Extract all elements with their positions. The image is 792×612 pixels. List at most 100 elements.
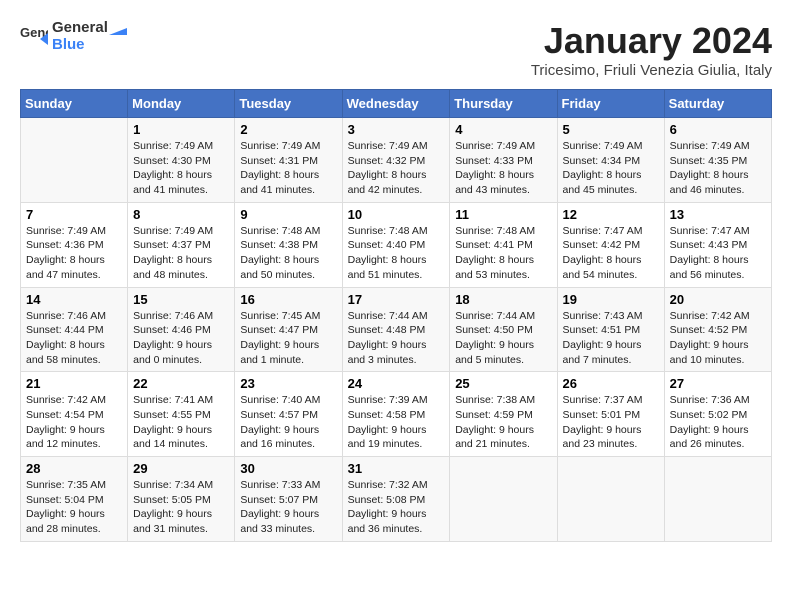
day-number: 20 <box>670 292 766 307</box>
calendar-cell: 4 Sunrise: 7:49 AMSunset: 4:33 PMDayligh… <box>450 118 557 203</box>
weekday-header-monday: Monday <box>128 90 235 118</box>
cell-info: Sunrise: 7:49 AMSunset: 4:36 PMDaylight:… <box>26 224 122 283</box>
cell-info: Sunrise: 7:49 AMSunset: 4:33 PMDaylight:… <box>455 139 551 198</box>
day-number: 17 <box>348 292 445 307</box>
day-number: 24 <box>348 376 445 391</box>
page-header: General General Blue January 2024 Trices… <box>20 20 772 79</box>
cell-info: Sunrise: 7:49 AMSunset: 4:30 PMDaylight:… <box>133 139 229 198</box>
logo: General General Blue <box>20 20 127 53</box>
cell-info: Sunrise: 7:49 AMSunset: 4:34 PMDaylight:… <box>563 139 659 198</box>
cell-info: Sunrise: 7:42 AMSunset: 4:52 PMDaylight:… <box>670 309 766 368</box>
logo-text-general: General <box>52 20 127 37</box>
cell-info: Sunrise: 7:48 AMSunset: 4:38 PMDaylight:… <box>240 224 336 283</box>
day-number: 27 <box>670 376 766 391</box>
day-number: 30 <box>240 461 336 476</box>
day-number: 18 <box>455 292 551 307</box>
day-number: 10 <box>348 207 445 222</box>
calendar-cell <box>664 457 771 542</box>
day-number: 11 <box>455 207 551 222</box>
calendar-cell: 13 Sunrise: 7:47 AMSunset: 4:43 PMDaylig… <box>664 202 771 287</box>
day-number: 19 <box>563 292 659 307</box>
calendar-cell <box>557 457 664 542</box>
weekday-header-thursday: Thursday <box>450 90 557 118</box>
day-number: 7 <box>26 207 122 222</box>
day-number: 16 <box>240 292 336 307</box>
day-number: 31 <box>348 461 445 476</box>
calendar-cell: 20 Sunrise: 7:42 AMSunset: 4:52 PMDaylig… <box>664 287 771 372</box>
calendar-cell: 18 Sunrise: 7:44 AMSunset: 4:50 PMDaylig… <box>450 287 557 372</box>
day-number: 14 <box>26 292 122 307</box>
calendar-cell: 31 Sunrise: 7:32 AMSunset: 5:08 PMDaylig… <box>342 457 450 542</box>
logo-text-blue: Blue <box>52 37 127 54</box>
cell-info: Sunrise: 7:38 AMSunset: 4:59 PMDaylight:… <box>455 393 551 452</box>
day-number: 2 <box>240 122 336 137</box>
weekday-header-wednesday: Wednesday <box>342 90 450 118</box>
calendar-cell: 10 Sunrise: 7:48 AMSunset: 4:40 PMDaylig… <box>342 202 450 287</box>
week-row-5: 28 Sunrise: 7:35 AMSunset: 5:04 PMDaylig… <box>21 457 772 542</box>
cell-info: Sunrise: 7:34 AMSunset: 5:05 PMDaylight:… <box>133 478 229 537</box>
week-row-1: 1 Sunrise: 7:49 AMSunset: 4:30 PMDayligh… <box>21 118 772 203</box>
cell-info: Sunrise: 7:33 AMSunset: 5:07 PMDaylight:… <box>240 478 336 537</box>
calendar-cell: 16 Sunrise: 7:45 AMSunset: 4:47 PMDaylig… <box>235 287 342 372</box>
week-row-2: 7 Sunrise: 7:49 AMSunset: 4:36 PMDayligh… <box>21 202 772 287</box>
calendar-cell: 11 Sunrise: 7:48 AMSunset: 4:41 PMDaylig… <box>450 202 557 287</box>
day-number: 3 <box>348 122 445 137</box>
cell-info: Sunrise: 7:35 AMSunset: 5:04 PMDaylight:… <box>26 478 122 537</box>
calendar-cell: 7 Sunrise: 7:49 AMSunset: 4:36 PMDayligh… <box>21 202 128 287</box>
day-number: 4 <box>455 122 551 137</box>
day-number: 26 <box>563 376 659 391</box>
calendar-cell: 1 Sunrise: 7:49 AMSunset: 4:30 PMDayligh… <box>128 118 235 203</box>
title-block: January 2024 Tricesimo, Friuli Venezia G… <box>531 20 772 79</box>
calendar-cell: 26 Sunrise: 7:37 AMSunset: 5:01 PMDaylig… <box>557 372 664 457</box>
day-number: 13 <box>670 207 766 222</box>
cell-info: Sunrise: 7:42 AMSunset: 4:54 PMDaylight:… <box>26 393 122 452</box>
day-number: 12 <box>563 207 659 222</box>
cell-info: Sunrise: 7:37 AMSunset: 5:01 PMDaylight:… <box>563 393 659 452</box>
cell-info: Sunrise: 7:48 AMSunset: 4:40 PMDaylight:… <box>348 224 445 283</box>
cell-info: Sunrise: 7:47 AMSunset: 4:42 PMDaylight:… <box>563 224 659 283</box>
cell-info: Sunrise: 7:45 AMSunset: 4:47 PMDaylight:… <box>240 309 336 368</box>
cell-info: Sunrise: 7:43 AMSunset: 4:51 PMDaylight:… <box>563 309 659 368</box>
calendar-table: SundayMondayTuesdayWednesdayThursdayFrid… <box>20 89 772 542</box>
day-number: 8 <box>133 207 229 222</box>
day-number: 23 <box>240 376 336 391</box>
day-number: 21 <box>26 376 122 391</box>
calendar-cell: 22 Sunrise: 7:41 AMSunset: 4:55 PMDaylig… <box>128 372 235 457</box>
cell-info: Sunrise: 7:48 AMSunset: 4:41 PMDaylight:… <box>455 224 551 283</box>
cell-info: Sunrise: 7:40 AMSunset: 4:57 PMDaylight:… <box>240 393 336 452</box>
weekday-header-row: SundayMondayTuesdayWednesdayThursdayFrid… <box>21 90 772 118</box>
cell-info: Sunrise: 7:46 AMSunset: 4:44 PMDaylight:… <box>26 309 122 368</box>
weekday-header-friday: Friday <box>557 90 664 118</box>
cell-info: Sunrise: 7:49 AMSunset: 4:35 PMDaylight:… <box>670 139 766 198</box>
calendar-cell: 30 Sunrise: 7:33 AMSunset: 5:07 PMDaylig… <box>235 457 342 542</box>
cell-info: Sunrise: 7:44 AMSunset: 4:50 PMDaylight:… <box>455 309 551 368</box>
cell-info: Sunrise: 7:44 AMSunset: 4:48 PMDaylight:… <box>348 309 445 368</box>
calendar-cell: 19 Sunrise: 7:43 AMSunset: 4:51 PMDaylig… <box>557 287 664 372</box>
calendar-cell <box>450 457 557 542</box>
calendar-cell: 23 Sunrise: 7:40 AMSunset: 4:57 PMDaylig… <box>235 372 342 457</box>
day-number: 22 <box>133 376 229 391</box>
calendar-cell: 8 Sunrise: 7:49 AMSunset: 4:37 PMDayligh… <box>128 202 235 287</box>
calendar-cell: 28 Sunrise: 7:35 AMSunset: 5:04 PMDaylig… <box>21 457 128 542</box>
week-row-4: 21 Sunrise: 7:42 AMSunset: 4:54 PMDaylig… <box>21 372 772 457</box>
cell-info: Sunrise: 7:46 AMSunset: 4:46 PMDaylight:… <box>133 309 229 368</box>
calendar-cell: 9 Sunrise: 7:48 AMSunset: 4:38 PMDayligh… <box>235 202 342 287</box>
calendar-cell: 21 Sunrise: 7:42 AMSunset: 4:54 PMDaylig… <box>21 372 128 457</box>
cell-info: Sunrise: 7:47 AMSunset: 4:43 PMDaylight:… <box>670 224 766 283</box>
calendar-cell: 12 Sunrise: 7:47 AMSunset: 4:42 PMDaylig… <box>557 202 664 287</box>
calendar-cell: 3 Sunrise: 7:49 AMSunset: 4:32 PMDayligh… <box>342 118 450 203</box>
day-number: 9 <box>240 207 336 222</box>
day-number: 29 <box>133 461 229 476</box>
location: Tricesimo, Friuli Venezia Giulia, Italy <box>531 62 772 79</box>
cell-info: Sunrise: 7:32 AMSunset: 5:08 PMDaylight:… <box>348 478 445 537</box>
day-number: 15 <box>133 292 229 307</box>
calendar-cell: 2 Sunrise: 7:49 AMSunset: 4:31 PMDayligh… <box>235 118 342 203</box>
weekday-header-sunday: Sunday <box>21 90 128 118</box>
calendar-cell: 14 Sunrise: 7:46 AMSunset: 4:44 PMDaylig… <box>21 287 128 372</box>
calendar-cell <box>21 118 128 203</box>
cell-info: Sunrise: 7:36 AMSunset: 5:02 PMDaylight:… <box>670 393 766 452</box>
calendar-cell: 27 Sunrise: 7:36 AMSunset: 5:02 PMDaylig… <box>664 372 771 457</box>
calendar-cell: 17 Sunrise: 7:44 AMSunset: 4:48 PMDaylig… <box>342 287 450 372</box>
calendar-cell: 15 Sunrise: 7:46 AMSunset: 4:46 PMDaylig… <box>128 287 235 372</box>
calendar-cell: 29 Sunrise: 7:34 AMSunset: 5:05 PMDaylig… <box>128 457 235 542</box>
